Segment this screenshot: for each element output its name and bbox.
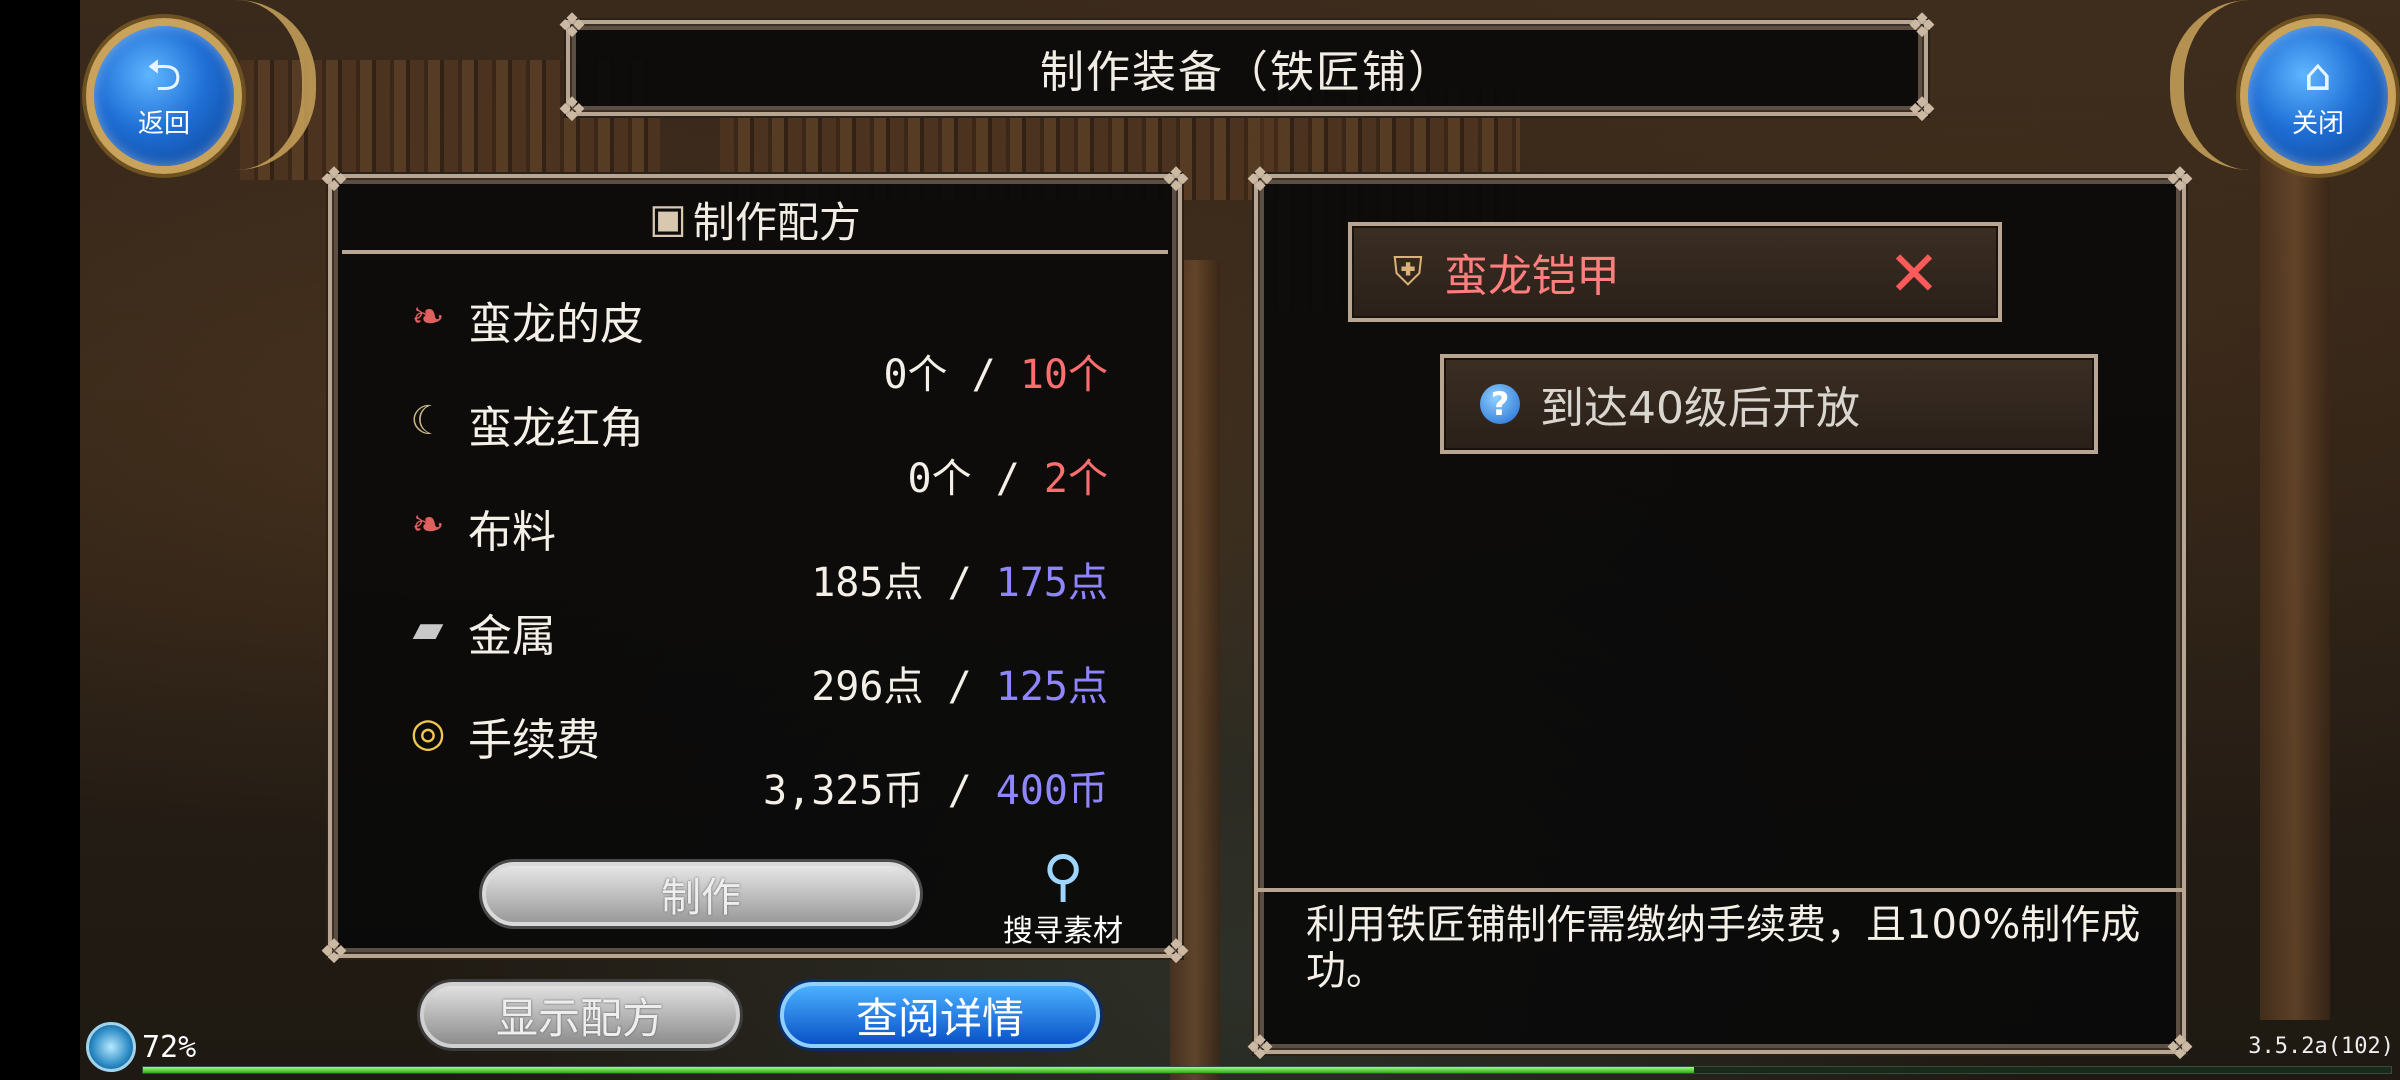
craft-button[interactable]: 制作	[482, 862, 920, 926]
back-button-label: 返回	[137, 108, 190, 139]
hide-icon: ❧	[411, 294, 445, 340]
recipe-panel: ❖ ❖ ❖ ❖ ▣ 制作配方 ❧ 蛮龙的皮 0个 / 10个 ☾ 蛮龙红角 0个 /…	[318, 160, 1192, 972]
material-row: ◎ 手续费 3,325币 / 400币	[402, 702, 1108, 814]
material-row: ▰ 金属 296点 / 125点	[402, 598, 1108, 710]
battery-indicator: 72%	[86, 1022, 196, 1072]
metal-ingot-icon: ▰	[412, 606, 444, 652]
armor-icon: ⛨	[1393, 249, 1423, 295]
quantity-have: 3,325币	[763, 768, 924, 814]
material-name: 布料	[468, 507, 556, 558]
material-row: ❧ 布料 185点 / 175点	[402, 494, 1108, 606]
quantity-need: 400币	[995, 768, 1108, 814]
item-panel: ❖ ❖ ❖ ❖ ⛨ 蛮龙铠甲 ✕ ? 到达40级后开放 利用铁匠铺制作需缴纳手续费，…	[1244, 160, 2196, 1068]
unlock-requirement: ? 到达40级后开放	[1440, 354, 2098, 454]
close-button[interactable]: ⌂ 关闭	[2240, 18, 2396, 174]
horn-icon: ☾	[410, 398, 446, 444]
version-label: 3.5.2a(102)	[2248, 1034, 2394, 1059]
magnifier-icon: ⚲	[1042, 844, 1084, 909]
recipe-title: 制作配方	[692, 197, 861, 247]
experience-bar	[142, 1066, 2392, 1074]
return-arrow-icon: ⮌	[146, 49, 182, 101]
chest-icon: ▣	[649, 196, 687, 242]
back-button[interactable]: ⮌ 返回	[86, 18, 242, 174]
divider	[1258, 888, 2182, 892]
item-name: 蛮龙铠甲	[1444, 251, 1620, 302]
unlock-text: 到达40级后开放	[1540, 383, 1860, 434]
material-name: 金属	[468, 611, 556, 662]
material-name: 手续费	[468, 715, 600, 766]
close-button-label: 关闭	[2291, 108, 2344, 139]
info-text: 利用铁匠铺制作需缴纳手续费，且100%制作成功。	[1306, 902, 2141, 994]
material-quantity: 3,325币 / 400币	[763, 758, 1108, 816]
quantity-separator: /	[947, 768, 972, 814]
material-row: ☾ 蛮龙红角 0个 / 2个	[402, 390, 1108, 502]
material-name: 蛮龙红角	[468, 403, 644, 454]
show-recipe-button[interactable]: 显示配方	[420, 982, 740, 1048]
selected-item[interactable]: ⛨ 蛮龙铠甲 ✕	[1348, 222, 2002, 322]
question-icon: ?	[1480, 384, 1520, 424]
remove-item-icon[interactable]: ✕	[1888, 242, 1940, 306]
recipe-header: ▣ 制作配方	[342, 188, 1168, 254]
page-title: 制作装备（铁匠铺）	[1040, 47, 1454, 98]
coin-icon: ◎	[410, 710, 446, 756]
experience-bar-fill	[143, 1067, 1695, 1073]
view-detail-button[interactable]: 查阅详情	[780, 982, 1100, 1048]
search-materials-label: 搜寻素材	[1003, 914, 1123, 949]
title-bar: ❖ ❖ ❖ ❖ 制作装备（铁匠铺）	[556, 6, 1938, 130]
battery-label: 72%	[142, 1029, 197, 1065]
search-materials-button[interactable]: ⚲ 搜寻素材	[968, 848, 1158, 950]
battery-icon	[86, 1022, 136, 1072]
screen-edge	[0, 0, 80, 1080]
cloth-icon: ❧	[411, 502, 445, 548]
material-name: 蛮龙的皮	[468, 299, 644, 350]
home-icon: ⌂	[2304, 49, 2332, 101]
material-row: ❧ 蛮龙的皮 0个 / 10个	[402, 286, 1108, 398]
